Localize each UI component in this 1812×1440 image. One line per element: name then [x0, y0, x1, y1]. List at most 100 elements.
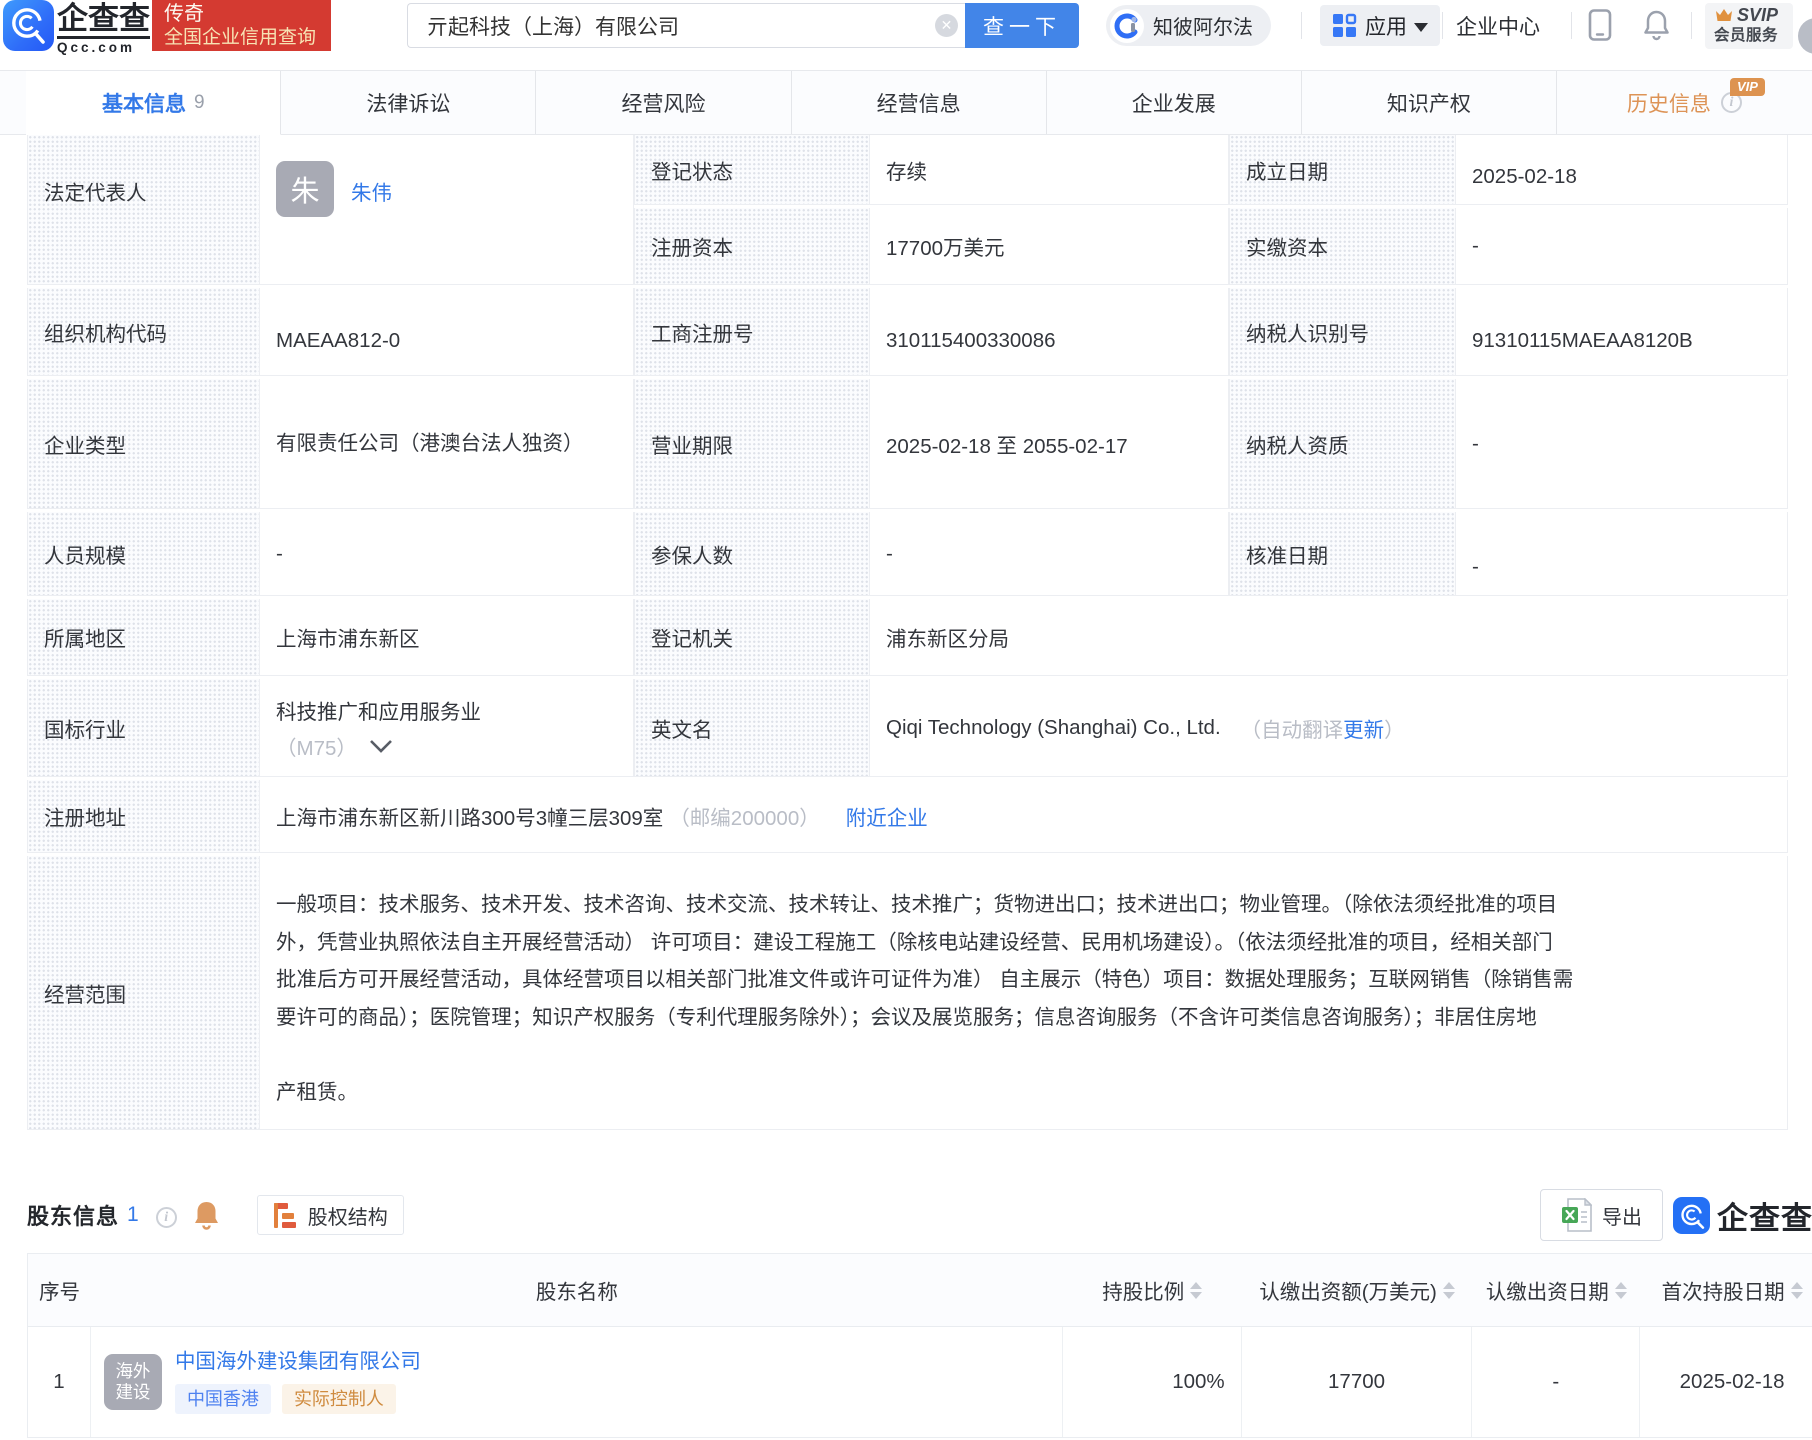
- col-pay-date[interactable]: 认缴出资日期: [1472, 1254, 1640, 1326]
- qcc-watermark-icon: [1673, 1197, 1710, 1234]
- svip-sub-label: 会员服务: [1714, 26, 1793, 46]
- promo-line1: 传奇: [164, 3, 321, 26]
- shareholders-header: 股东信息 1 i 股权结构 导出 企查: [27, 1189, 1812, 1241]
- label-region: 所属地区: [27, 599, 260, 676]
- tab-basic-count: 9: [194, 92, 205, 114]
- col-amount[interactable]: 认缴出资额(万美元): [1242, 1254, 1473, 1326]
- clear-search-icon[interactable]: ✕: [935, 14, 958, 37]
- label-biz-term: 营业期限: [634, 379, 870, 509]
- basic-info-table: 法定代表人 朱 朱伟 登记状态 存续 成立日期 2025-02-18 注册资本 …: [27, 135, 1788, 1130]
- qcc-logo-glyph: [10, 7, 47, 44]
- caret-down-icon: [1414, 23, 1428, 32]
- equity-structure-icon: [273, 1202, 299, 1229]
- enterprise-center-link[interactable]: 企业中心: [1456, 11, 1540, 41]
- shareholder-pay-date: -: [1472, 1327, 1640, 1437]
- search-input[interactable]: [407, 3, 965, 48]
- top-header: 企查查 Qcc.com 传奇 全国企业信用查询 ✕ 查一下 知彼阿尔法 应用: [0, 0, 1812, 70]
- bell-icon[interactable]: [1643, 9, 1670, 41]
- nearby-companies-link[interactable]: 附近企业: [846, 801, 928, 831]
- translate-update-link[interactable]: 更新: [1343, 719, 1384, 742]
- qcc-wordmark[interactable]: 企查查 Qcc.com: [57, 1, 157, 55]
- divider: [1442, 12, 1443, 39]
- tab-history[interactable]: 历史信息 VIP i: [1557, 71, 1812, 134]
- tab-development[interactable]: 企业发展: [1047, 71, 1302, 134]
- shareholders-table-head: 序号 股东名称 持股比例 认缴出资额(万美元) 认缴出资日期 首次持股日期: [28, 1254, 1812, 1327]
- label-approval-date: 核准日期: [1229, 512, 1456, 596]
- qcc-watermark-text: 企查查: [1717, 1193, 1812, 1238]
- qcc-brand-cn: 企查查: [57, 1, 150, 39]
- shareholder-row: 1 海外 建设 中国海外建设集团有限公司 中国香港 实际控制人 100% 177…: [28, 1327, 1812, 1437]
- value-address: 上海市浦东新区新川路300号3幢三层309室 （邮编200000） 附近企业: [260, 780, 1788, 853]
- label-taxpayer-quality: 纳税人资质: [1229, 379, 1456, 509]
- label-establish-date: 成立日期: [1229, 135, 1456, 205]
- label-company-type: 企业类型: [27, 379, 260, 509]
- qcc-logo-icon[interactable]: [3, 0, 54, 51]
- value-scope: 一般项目：技术服务、技术开发、技术咨询、技术交流、技术转让、技术推广；货物进出口…: [260, 856, 1788, 1130]
- tab-legal[interactable]: 法律诉讼: [281, 71, 536, 134]
- shareholders-info-icon[interactable]: i: [156, 1207, 177, 1228]
- label-english-name: 英文名: [634, 679, 870, 777]
- value-legal-rep: 朱 朱伟: [260, 135, 634, 285]
- qcc-brand-en: Qcc.com: [57, 40, 157, 55]
- controller-tag[interactable]: 实际控制人: [282, 1384, 396, 1414]
- divider: [1691, 12, 1692, 39]
- legal-rep-avatar[interactable]: 朱: [276, 161, 334, 217]
- sort-icon[interactable]: [1791, 1282, 1803, 1299]
- value-staff-size: -: [260, 512, 634, 596]
- export-button[interactable]: 导出: [1540, 1189, 1663, 1241]
- tab-basic-info[interactable]: 基本信息 9: [26, 71, 281, 135]
- tab-risk[interactable]: 经营风险: [536, 71, 791, 134]
- col-index: 序号: [28, 1254, 91, 1326]
- section-tabbar: 基本信息 9 法律诉讼 经营风险 经营信息 企业发展 知识产权 历史信息 VIP…: [0, 70, 1812, 135]
- label-staff-size: 人员规模: [27, 512, 260, 596]
- subscribe-bell-icon[interactable]: [193, 1200, 220, 1231]
- label-scope: 经营范围: [27, 856, 260, 1130]
- search-bar: ✕ 查一下: [407, 3, 1079, 48]
- value-reg-capital: 17700万美元: [870, 208, 1229, 285]
- label-paid-capital: 实缴资本: [1229, 208, 1456, 285]
- apps-label: 应用: [1365, 11, 1407, 41]
- shareholders-table: 序号 股东名称 持股比例 认缴出资额(万美元) 认缴出资日期 首次持股日期 1 …: [27, 1253, 1812, 1438]
- value-insured-count: -: [870, 512, 1229, 596]
- sort-icon[interactable]: [1190, 1282, 1202, 1299]
- tab-operation[interactable]: 经营信息: [792, 71, 1047, 134]
- label-legal-rep: 法定代表人: [27, 135, 260, 285]
- search-button[interactable]: 查一下: [965, 3, 1079, 48]
- sort-icon[interactable]: [1443, 1282, 1455, 1299]
- label-taxpayer-id: 纳税人识别号: [1229, 288, 1456, 376]
- legal-rep-link[interactable]: 朱伟: [351, 176, 392, 206]
- col-first-date[interactable]: 首次持股日期: [1640, 1254, 1812, 1326]
- auto-translate-note: （自动翻译更新）: [1241, 713, 1405, 743]
- vip-badge: VIP: [1730, 78, 1765, 96]
- svip-member-service[interactable]: SVIP 会员服务: [1705, 3, 1793, 49]
- value-org-code: MAEAA812-0: [260, 288, 634, 376]
- mobile-icon[interactable]: [1588, 9, 1612, 41]
- equity-structure-button[interactable]: 股权结构: [257, 1195, 404, 1235]
- excel-file-icon: [1561, 1198, 1592, 1232]
- value-company-type: 有限责任公司（港澳台法人独资）: [260, 379, 634, 509]
- zhibi-alpha-entry[interactable]: 知彼阿尔法: [1106, 5, 1271, 46]
- value-taxpayer-id: 91310115MAEAA8120B: [1456, 288, 1788, 376]
- svip-label: SVIP: [1737, 5, 1778, 26]
- promo-line2: 全国企业信用查询: [164, 26, 321, 50]
- label-reg-authority: 登记机关: [634, 599, 870, 676]
- tab-ip[interactable]: 知识产权: [1302, 71, 1557, 134]
- label-reg-capital: 注册资本: [634, 208, 870, 285]
- divider: [1301, 12, 1302, 39]
- divider: [1571, 12, 1572, 39]
- shareholder-name-link[interactable]: 中国海外建设集团有限公司: [175, 1350, 421, 1374]
- sort-icon[interactable]: [1615, 1282, 1627, 1299]
- col-ratio[interactable]: 持股比例: [1063, 1254, 1242, 1326]
- label-reg-status: 登记状态: [634, 135, 870, 205]
- value-taxpayer-quality: -: [1456, 379, 1788, 509]
- qcc-watermark: 企查查: [1673, 1193, 1812, 1238]
- export-label: 导出: [1602, 1201, 1642, 1230]
- user-avatar[interactable]: [1798, 18, 1812, 54]
- shareholder-amount: 17700: [1242, 1327, 1473, 1437]
- label-industry: 国标行业: [27, 679, 260, 777]
- value-region: 上海市浦东新区: [260, 599, 634, 676]
- apps-menu[interactable]: 应用: [1320, 5, 1440, 46]
- expand-chevron-icon[interactable]: [369, 739, 393, 753]
- region-tag[interactable]: 中国香港: [175, 1384, 271, 1414]
- value-paid-capital: -: [1456, 208, 1788, 285]
